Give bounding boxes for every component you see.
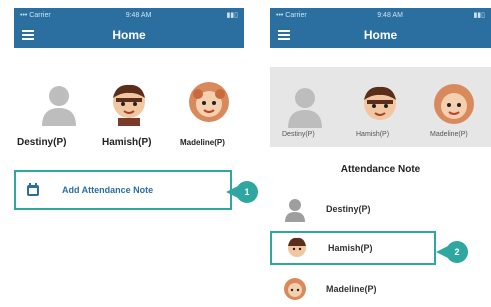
status-bar: ••• Carrier 9:48 AM ▮▮▯ [270, 8, 491, 22]
status-bar: ••• Carrier 9:48 AM ▮▮▯ [14, 8, 244, 22]
battery-icon: ▮▮▯ [473, 12, 485, 19]
add-attendance-note-button[interactable]: Add Attendance Note [14, 170, 232, 210]
note-list-label: Madeline(P) [326, 284, 377, 294]
student-name-hamish: Hamish(P) [102, 137, 152, 148]
calendar-icon [27, 183, 39, 196]
strip-name-destiny: Destiny(P) [282, 131, 315, 138]
note-list-item-hamish[interactable]: Hamish(P) [270, 231, 436, 265]
girl-avatar-icon[interactable] [431, 82, 477, 128]
battery-icon: ▮▮▯ [226, 12, 238, 19]
time-text: 9:48 AM [377, 11, 403, 19]
note-list-item-madeline[interactable]: Madeline(P) [270, 272, 491, 306]
step-badge-1: 1 [226, 181, 258, 203]
student-name-destiny: Destiny(P) [17, 137, 67, 148]
student-name-madeline: Madeline(P) [180, 138, 225, 147]
default-avatar-icon [282, 196, 308, 222]
carrier-text: ••• Carrier [20, 11, 51, 19]
nav-bar: Home [14, 22, 244, 48]
add-attendance-note-label: Add Attendance Note [62, 185, 154, 195]
attendance-note-title: Attendance Note [340, 164, 421, 175]
note-list-item-destiny[interactable]: Destiny(P) [270, 192, 491, 226]
page-title: Home [112, 28, 146, 42]
left-phone-screen: ••• Carrier 9:48 AM ▮▮▯ Home [14, 8, 244, 298]
boy-avatar-icon[interactable] [357, 82, 403, 128]
default-avatar-icon[interactable] [282, 82, 328, 128]
carrier-text: ••• Carrier [276, 11, 307, 19]
boy-avatar-icon [284, 235, 310, 261]
strip-name-hamish: Hamish(P) [356, 131, 390, 138]
page-title: Home [363, 28, 398, 42]
girl-avatar-icon[interactable] [186, 80, 232, 126]
time-text: 9:48 AM [125, 11, 152, 19]
step-badge-2: 2 [436, 241, 468, 263]
boy-avatar-icon[interactable] [106, 80, 152, 126]
hamburger-icon[interactable] [22, 30, 34, 40]
girl-avatar-icon [282, 276, 308, 302]
nav-bar: Home [270, 22, 491, 48]
note-list-label: Hamish(P) [328, 243, 373, 253]
default-avatar-icon[interactable] [36, 80, 82, 126]
note-list-label: Destiny(P) [326, 204, 371, 214]
strip-name-madeline: Madeline(P) [430, 131, 468, 138]
hamburger-icon[interactable] [278, 30, 290, 40]
